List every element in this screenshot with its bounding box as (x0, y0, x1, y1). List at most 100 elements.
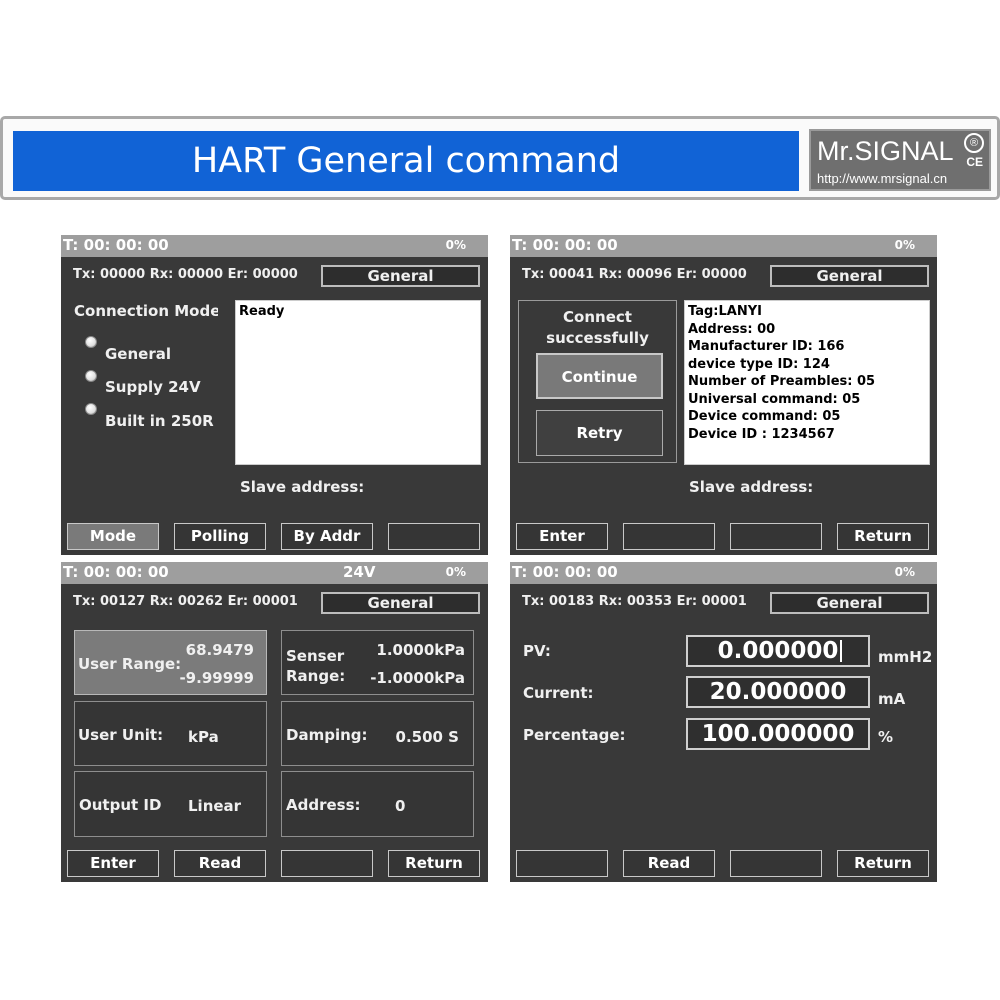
softkey-4[interactable] (388, 523, 480, 550)
ce-mark-icon: CE (966, 155, 983, 169)
voltage-indicator: 24V (343, 563, 376, 581)
pv-label: PV: (523, 642, 551, 660)
command-mode-box: General (770, 265, 929, 287)
output-id-cell[interactable]: Output ID Linear (74, 771, 267, 837)
address-cell[interactable]: Address: 0 (281, 771, 474, 837)
title-bar: T: 00: 00: 00 0% (510, 235, 937, 257)
command-mode-box: General (321, 592, 480, 614)
screen-connection-mode: T: 00: 00: 00 0% Tx: 00000 Rx: 00000 Er:… (61, 235, 488, 555)
polling-button[interactable]: Polling (174, 523, 266, 550)
screen-device-parameters: T: 00: 00: 00 24V 0% Tx: 00127 Rx: 00262… (61, 562, 488, 882)
user-unit-value: kPa (188, 728, 219, 746)
enter-button[interactable]: Enter (516, 523, 608, 550)
return-button[interactable]: Return (388, 850, 480, 877)
status-line-2: successfully (546, 329, 649, 347)
output-id-label: Output ID (79, 796, 162, 814)
mode-button[interactable]: Mode (67, 523, 159, 550)
connection-mode-label: Connection Mode (74, 302, 218, 320)
tx-rx-counts: Tx: 00000 Rx: 00000 Er: 00000 (73, 267, 298, 282)
address-value: 0 (395, 797, 406, 815)
text-cursor (840, 640, 842, 662)
info-line: Address: 00 (688, 321, 776, 337)
logo-name: Mr.SIGNAL (817, 136, 954, 166)
address-label: Address: (286, 796, 361, 814)
timer: T: 00: 00: 00 (512, 236, 618, 254)
percentage-value: 100.000000 (701, 721, 855, 747)
device-info-box: Tag:LANYI Address: 00 Manufacturer ID: 1… (684, 300, 930, 465)
by-addr-button[interactable]: By Addr (281, 523, 373, 550)
radio-supply-24v-label: Supply 24V (105, 378, 201, 396)
current-value-field[interactable]: 20.000000 (686, 676, 870, 708)
command-mode-box: General (770, 592, 929, 614)
current-value: 20.000000 (709, 679, 847, 705)
title-bar: T: 00: 00: 00 0% (61, 235, 488, 257)
softkey-2[interactable] (623, 523, 715, 550)
read-button[interactable]: Read (174, 850, 266, 877)
logo-url: http://www.mrsignal.cn (817, 171, 948, 186)
info-line: Manufacturer ID: 166 (688, 339, 845, 354)
return-button[interactable]: Return (837, 523, 929, 550)
sensor-range-upper: 1.0000kPa (376, 641, 465, 659)
sensor-range-label-1: Senser (286, 647, 345, 665)
output-id-value: Linear (188, 797, 242, 815)
damping-cell[interactable]: Damping: 0.500 S (281, 701, 474, 766)
user-range-upper: 68.9479 (185, 641, 254, 659)
softkey-3[interactable] (281, 850, 373, 877)
percent-indicator: 0% (445, 238, 466, 252)
info-box: Ready (235, 300, 481, 465)
slave-address-label: Slave address: (689, 478, 814, 496)
read-button[interactable]: Read (623, 850, 715, 877)
return-button[interactable]: Return (837, 850, 929, 877)
retry-button[interactable]: Retry (536, 410, 663, 456)
user-range-lower: -9.99999 (179, 669, 254, 687)
command-mode-box: General (321, 265, 480, 287)
registered-icon: ® (964, 133, 984, 153)
tx-rx-counts: Tx: 00183 Rx: 00353 Er: 00001 (522, 594, 747, 609)
tx-rx-counts: Tx: 00041 Rx: 00096 Er: 00000 (522, 267, 747, 282)
timer: T: 00: 00: 00 (512, 563, 618, 581)
softkey-1[interactable] (516, 850, 608, 877)
percentage-label: Percentage: (523, 726, 626, 744)
timer: T: 00: 00: 00 (63, 236, 169, 254)
user-range-cell[interactable]: User Range: 68.9479 -9.99999 (74, 630, 267, 695)
brand-logo: Mr.SIGNAL ® CE http://www.mrsignal.cn (809, 129, 991, 191)
percent-indicator: 0% (894, 238, 915, 252)
sensor-range-cell[interactable]: Senser Range: 1.0000kPa -1.0000kPa (281, 630, 474, 695)
info-line: Tag:LANYI (688, 304, 762, 319)
continue-button[interactable]: Continue (536, 353, 663, 399)
percentage-unit: % (878, 728, 894, 746)
banner-title: HART General command (13, 131, 799, 191)
info-line: Device command: 05 (688, 409, 841, 424)
percent-indicator: 0% (445, 565, 466, 579)
pv-unit: mmH2 (878, 648, 933, 666)
info-line: Ready (239, 304, 285, 319)
user-range-label: User Range: (78, 655, 182, 673)
radio-general-label: General (105, 345, 171, 363)
user-unit-cell[interactable]: User Unit: kPa (74, 701, 267, 766)
user-unit-label: User Unit: (78, 726, 164, 744)
slave-address-label: Slave address: (240, 478, 365, 496)
damping-label: Damping: (286, 726, 368, 744)
percentage-value-field[interactable]: 100.000000 (686, 718, 870, 750)
title-bar: T: 00: 00: 00 0% (510, 562, 937, 584)
softkey-3[interactable] (730, 850, 822, 877)
sensor-range-lower: -1.0000kPa (370, 669, 465, 687)
pv-value-field[interactable]: 0.000000 (686, 635, 870, 667)
radio-general[interactable] (85, 336, 97, 348)
radio-built-in-250r[interactable] (85, 403, 97, 415)
radio-supply-24v[interactable] (85, 370, 97, 382)
percent-indicator: 0% (894, 565, 915, 579)
status-line-1: Connect (563, 308, 632, 326)
screen-process-values: T: 00: 00: 00 0% Tx: 00183 Rx: 00353 Er:… (510, 562, 937, 882)
enter-button[interactable]: Enter (67, 850, 159, 877)
damping-value: 0.500 S (395, 728, 459, 746)
softkey-3[interactable] (730, 523, 822, 550)
tx-rx-counts: Tx: 00127 Rx: 00262 Er: 00001 (73, 594, 298, 609)
current-label: Current: (523, 684, 594, 702)
timer: T: 00: 00: 00 (63, 563, 169, 581)
info-line: device type ID: 124 (688, 356, 830, 372)
info-line: Number of Preambles: 05 (688, 374, 876, 389)
radio-built-in-250r-label: Built in 250R (105, 412, 214, 430)
info-line: Device ID : 1234567 (688, 426, 835, 442)
current-unit: mA (878, 690, 906, 708)
